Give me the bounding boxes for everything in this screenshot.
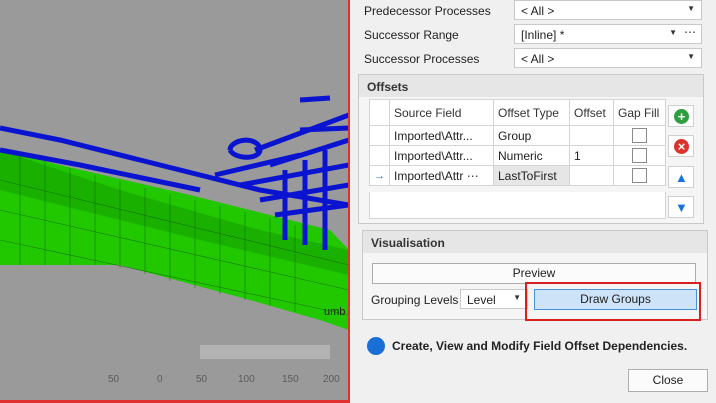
column-header[interactable]: Offset Type bbox=[493, 99, 570, 126]
grouping-levels-value: Level bbox=[467, 293, 496, 307]
draw-groups-button[interactable]: Draw Groups bbox=[534, 289, 697, 310]
row-indicator bbox=[369, 145, 390, 166]
axis-tick: 50 bbox=[108, 374, 120, 385]
successor-processes-value: < All > bbox=[521, 52, 555, 66]
table-header-row: Source Field Offset Type Offset Gap Fill bbox=[369, 99, 666, 126]
3d-viewport[interactable]: umb 50 0 50 100 150 200 bbox=[0, 0, 349, 403]
offsets-table: Source Field Offset Type Offset Gap Fill… bbox=[369, 99, 666, 186]
row-indicator bbox=[369, 125, 390, 146]
plus-icon: + bbox=[674, 109, 689, 124]
table-empty-area bbox=[369, 192, 666, 219]
offset-type-cell[interactable]: LastToFirst bbox=[493, 165, 570, 186]
offsets-title: Offsets bbox=[359, 75, 703, 97]
grouping-levels-dropdown[interactable]: Level ▼ bbox=[460, 289, 528, 309]
preview-button[interactable]: Preview bbox=[372, 263, 696, 284]
gap-fill-cell[interactable] bbox=[613, 145, 666, 166]
predecessor-processes-value: < All > bbox=[521, 4, 555, 18]
table-row[interactable]: Imported\Attr... Group bbox=[369, 125, 666, 146]
gap-fill-checkbox[interactable] bbox=[632, 148, 647, 164]
gray-label-bar bbox=[200, 345, 330, 359]
viewport-label: umb bbox=[324, 306, 346, 318]
source-field-cell[interactable]: Imported\Attr... bbox=[389, 125, 494, 146]
current-row-arrow-icon: → bbox=[369, 165, 390, 186]
offset-type-cell[interactable]: Group bbox=[493, 125, 570, 146]
chevron-down-icon: ▼ bbox=[669, 28, 677, 37]
predecessor-processes-dropdown[interactable]: < All > ▼ bbox=[514, 0, 702, 20]
ellipsis-button[interactable]: ⋯ bbox=[684, 25, 696, 39]
predecessor-processes-label: Predecessor Processes bbox=[364, 4, 491, 18]
successor-processes-dropdown[interactable]: < All > ▼ bbox=[514, 48, 702, 68]
move-down-button[interactable]: ▼ bbox=[668, 196, 694, 218]
gap-fill-cell[interactable] bbox=[613, 165, 666, 186]
mesh-render bbox=[0, 95, 349, 359]
visualisation-title: Visualisation bbox=[363, 231, 707, 253]
table-row[interactable]: → Imported\Attr ⋯ LastToFirst bbox=[369, 165, 666, 186]
offset-cell[interactable]: 1 bbox=[569, 145, 614, 166]
arrow-down-icon: ▼ bbox=[675, 200, 688, 215]
chevron-down-icon: ▼ bbox=[687, 4, 695, 13]
axis-tick: 150 bbox=[282, 374, 299, 385]
table-row[interactable]: Imported\Attr... Numeric 1 bbox=[369, 145, 666, 166]
offset-cell[interactable] bbox=[569, 165, 614, 186]
chevron-down-icon: ▼ bbox=[687, 52, 695, 61]
info-circle-icon bbox=[367, 337, 385, 355]
gap-fill-checkbox[interactable] bbox=[632, 168, 647, 184]
arrow-up-icon: ▲ bbox=[675, 170, 688, 185]
column-header[interactable]: Source Field bbox=[389, 99, 494, 126]
close-icon: × bbox=[674, 139, 689, 154]
gap-fill-cell[interactable] bbox=[613, 125, 666, 146]
axis-tick: 0 bbox=[157, 374, 163, 385]
viewport-border bbox=[348, 0, 350, 403]
successor-range-dropdown[interactable]: [Inline] * ▼ ⋯ bbox=[514, 24, 702, 44]
axis-tick: 100 bbox=[238, 374, 255, 385]
column-header[interactable]: Gap Fill bbox=[613, 99, 666, 126]
source-field-cell[interactable]: Imported\Attr ⋯ bbox=[389, 165, 494, 186]
source-field-cell[interactable]: Imported\Attr... bbox=[389, 145, 494, 166]
close-button[interactable]: Close bbox=[628, 369, 708, 392]
ellipsis-button[interactable]: ⋯ bbox=[467, 169, 479, 183]
offset-cell[interactable] bbox=[569, 125, 614, 146]
move-up-button[interactable]: ▲ bbox=[668, 166, 694, 188]
add-row-button[interactable]: + bbox=[668, 105, 694, 127]
info-text: Create, View and Modify Field Offset Dep… bbox=[392, 339, 688, 353]
grouping-levels-label: Grouping Levels bbox=[371, 293, 459, 307]
gap-fill-checkbox[interactable] bbox=[632, 128, 647, 144]
offset-type-cell[interactable]: Numeric bbox=[493, 145, 570, 166]
remove-row-button[interactable]: × bbox=[668, 135, 694, 157]
chevron-down-icon: ▼ bbox=[513, 293, 521, 302]
successor-range-value: [Inline] * bbox=[521, 28, 565, 42]
row-indicator-header bbox=[369, 99, 390, 126]
column-header[interactable]: Offset bbox=[569, 99, 614, 126]
successor-range-label: Successor Range bbox=[364, 28, 459, 42]
successor-processes-label: Successor Processes bbox=[364, 52, 480, 66]
offset-dependencies-panel: Predecessor Processes < All > ▼ Successo… bbox=[356, 0, 716, 403]
source-field-value: Imported\Attr bbox=[394, 168, 464, 183]
axis-tick: 50 bbox=[196, 374, 208, 385]
axis-tick: 200 bbox=[323, 374, 340, 385]
